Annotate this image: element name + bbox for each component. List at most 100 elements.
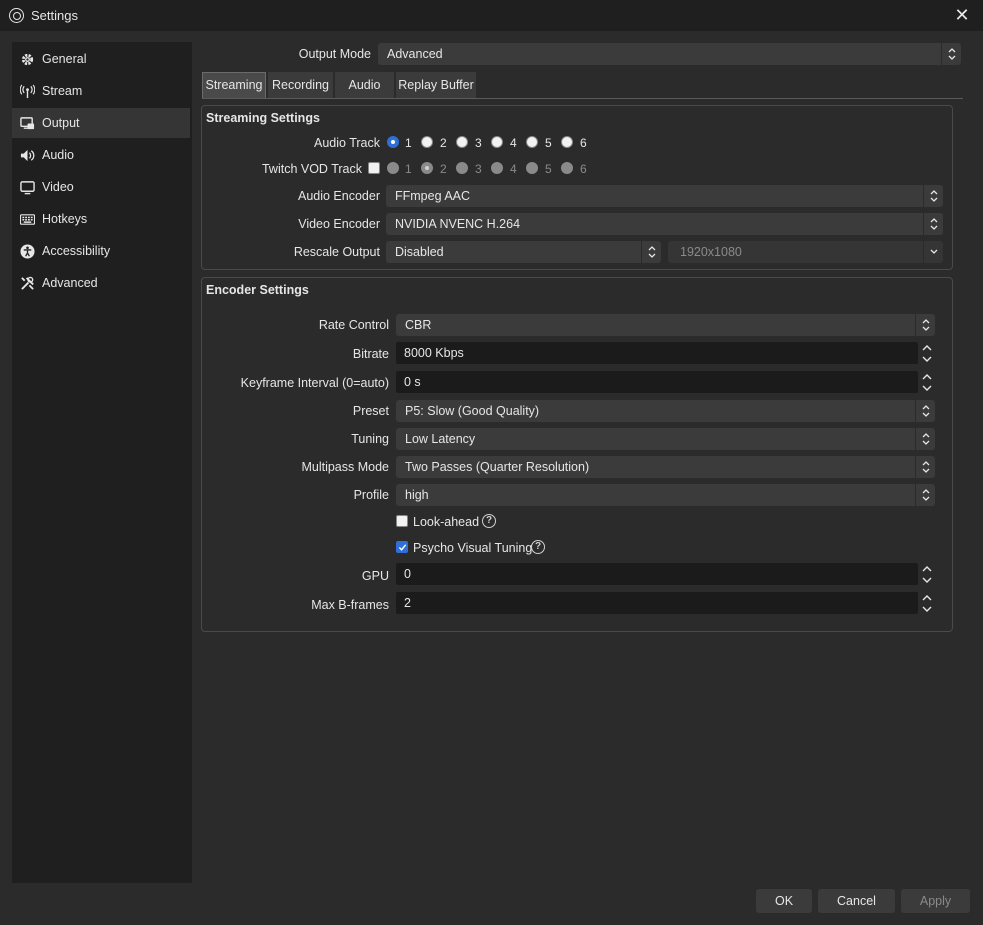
- updown-arrows-icon: [915, 484, 935, 506]
- tuning-select[interactable]: Low Latency: [396, 428, 935, 450]
- increment-button[interactable]: [919, 592, 935, 603]
- rescale-resolution-value: 1920x1080: [680, 245, 742, 259]
- gpu-spinbox[interactable]: 0: [396, 563, 932, 585]
- sidebar-item-video[interactable]: Video: [12, 172, 190, 202]
- obs-logo-icon: [9, 8, 24, 23]
- updown-arrows-icon: [915, 428, 935, 450]
- keyframe-interval-label: Keyframe Interval (0=auto): [240, 376, 389, 390]
- sidebar-item-label: General: [42, 52, 87, 66]
- audio-track-radio-5[interactable]: [526, 136, 538, 148]
- sidebar-item-hotkeys[interactable]: Hotkeys: [12, 204, 190, 234]
- audio-track-option-label: 5: [545, 136, 552, 150]
- updown-arrows-icon: [923, 213, 943, 235]
- lookahead-label: Look-ahead: [413, 515, 480, 529]
- encoder-settings-title: Encoder Settings: [206, 283, 309, 297]
- vod-track-label: Twitch VOD Track: [261, 162, 362, 176]
- output-mode-label: Output Mode: [298, 47, 371, 61]
- increment-button[interactable]: [919, 563, 935, 574]
- vod-track-option-label: 2: [440, 162, 447, 176]
- tab-recording[interactable]: Recording: [268, 72, 333, 98]
- title-bar: Settings ✕: [0, 0, 983, 31]
- multipass-mode-select[interactable]: Two Passes (Quarter Resolution): [396, 456, 935, 478]
- decrement-button[interactable]: [919, 574, 935, 585]
- preset-select[interactable]: P5: Slow (Good Quality): [396, 400, 935, 422]
- sidebar-item-label: Audio: [42, 148, 74, 162]
- sidebar-item-accessibility[interactable]: Accessibility: [12, 236, 190, 266]
- audio-encoder-select[interactable]: FFmpeg AAC: [386, 185, 943, 207]
- profile-label: Profile: [353, 488, 389, 502]
- sidebar-item-advanced[interactable]: Advanced: [12, 268, 190, 298]
- increment-button[interactable]: [919, 371, 935, 382]
- increment-button[interactable]: [919, 342, 935, 353]
- output-mode-value: Advanced: [387, 47, 443, 61]
- decrement-button[interactable]: [919, 603, 935, 614]
- updown-arrows-icon: [915, 456, 935, 478]
- audio-track-radio-3[interactable]: [456, 136, 468, 148]
- accessibility-icon: [18, 242, 36, 260]
- help-icon[interactable]: ?: [482, 514, 496, 528]
- rate-control-label: Rate Control: [318, 318, 389, 332]
- sidebar-item-label: Accessibility: [42, 244, 111, 258]
- audio-track-option-label: 2: [440, 136, 447, 150]
- rate-control-value: CBR: [405, 318, 432, 332]
- rescale-output-select[interactable]: Disabled: [386, 241, 661, 263]
- tab-audio[interactable]: Audio: [335, 72, 394, 98]
- vod-track-radio-6: [561, 162, 573, 174]
- bitrate-value: 8000 Kbps: [404, 346, 464, 360]
- keyframe-interval-spinbox[interactable]: 0 s: [396, 371, 932, 393]
- profile-select[interactable]: high: [396, 484, 935, 506]
- audio-track-radio-4[interactable]: [491, 136, 503, 148]
- max-bframes-spinbox[interactable]: 2: [396, 592, 932, 614]
- sidebar-item-general[interactable]: General: [12, 44, 190, 74]
- audio-track-radio-2[interactable]: [421, 136, 433, 148]
- audio-track-option-label: 4: [510, 136, 517, 150]
- ok-button[interactable]: OK: [756, 889, 812, 913]
- tools-icon: [18, 274, 36, 292]
- close-button[interactable]: ✕: [950, 3, 974, 27]
- bitrate-spinbox[interactable]: 8000 Kbps: [396, 342, 932, 364]
- rescale-output-value: Disabled: [395, 245, 444, 259]
- checkmark-icon: [398, 544, 407, 551]
- vod-track-checkbox[interactable]: [368, 162, 380, 174]
- audio-track-option-label: 6: [580, 136, 587, 150]
- streaming-settings-title: Streaming Settings: [206, 111, 320, 125]
- keyboard-icon: [18, 210, 36, 228]
- audio-track-radio-6[interactable]: [561, 136, 573, 148]
- gpu-value: 0: [404, 567, 411, 581]
- max-bframes-label: Max B-frames: [311, 598, 389, 612]
- sidebar-item-output[interactable]: Output: [12, 108, 190, 138]
- decrement-button[interactable]: [919, 353, 935, 364]
- help-icon[interactable]: ?: [531, 540, 545, 554]
- decrement-button[interactable]: [919, 382, 935, 393]
- tuning-label: Tuning: [351, 432, 389, 446]
- video-encoder-value: NVIDIA NVENC H.264: [395, 217, 521, 231]
- keyframe-interval-value: 0 s: [404, 375, 421, 389]
- apply-button[interactable]: Apply: [901, 889, 970, 913]
- rate-control-select[interactable]: CBR: [396, 314, 935, 336]
- sidebar-item-label: Video: [42, 180, 74, 194]
- lookahead-checkbox[interactable]: [396, 515, 408, 527]
- output-mode-select[interactable]: Advanced: [378, 43, 961, 65]
- audio-track-radio-1[interactable]: [387, 136, 399, 148]
- vod-track-radio-4: [491, 162, 503, 174]
- vod-track-option-label: 4: [510, 162, 517, 176]
- audio-encoder-label: Audio Encoder: [297, 189, 380, 203]
- updown-arrows-icon: [641, 241, 661, 263]
- sidebar-item-audio[interactable]: Audio: [12, 140, 190, 170]
- sidebar-item-stream[interactable]: Stream: [12, 76, 190, 106]
- preset-label: Preset: [352, 404, 389, 418]
- tab-replay-buffer[interactable]: Replay Buffer: [396, 72, 476, 98]
- sidebar-item-label: Hotkeys: [42, 212, 88, 226]
- vod-track-option-label: 1: [405, 162, 412, 176]
- psycho-visual-tuning-checkbox[interactable]: [396, 541, 408, 553]
- vod-track-option-label: 6: [580, 162, 587, 176]
- rescale-resolution-select: 1920x1080: [668, 241, 943, 263]
- bitrate-label: Bitrate: [352, 347, 389, 361]
- tab-streaming[interactable]: Streaming: [202, 72, 266, 98]
- audio-track-label: Audio Track: [313, 136, 380, 150]
- video-encoder-select[interactable]: NVIDIA NVENC H.264: [386, 213, 943, 235]
- vod-track-radio-5: [526, 162, 538, 174]
- cancel-button[interactable]: Cancel: [818, 889, 895, 913]
- speaker-icon: [18, 146, 36, 164]
- updown-arrows-icon: [941, 43, 961, 65]
